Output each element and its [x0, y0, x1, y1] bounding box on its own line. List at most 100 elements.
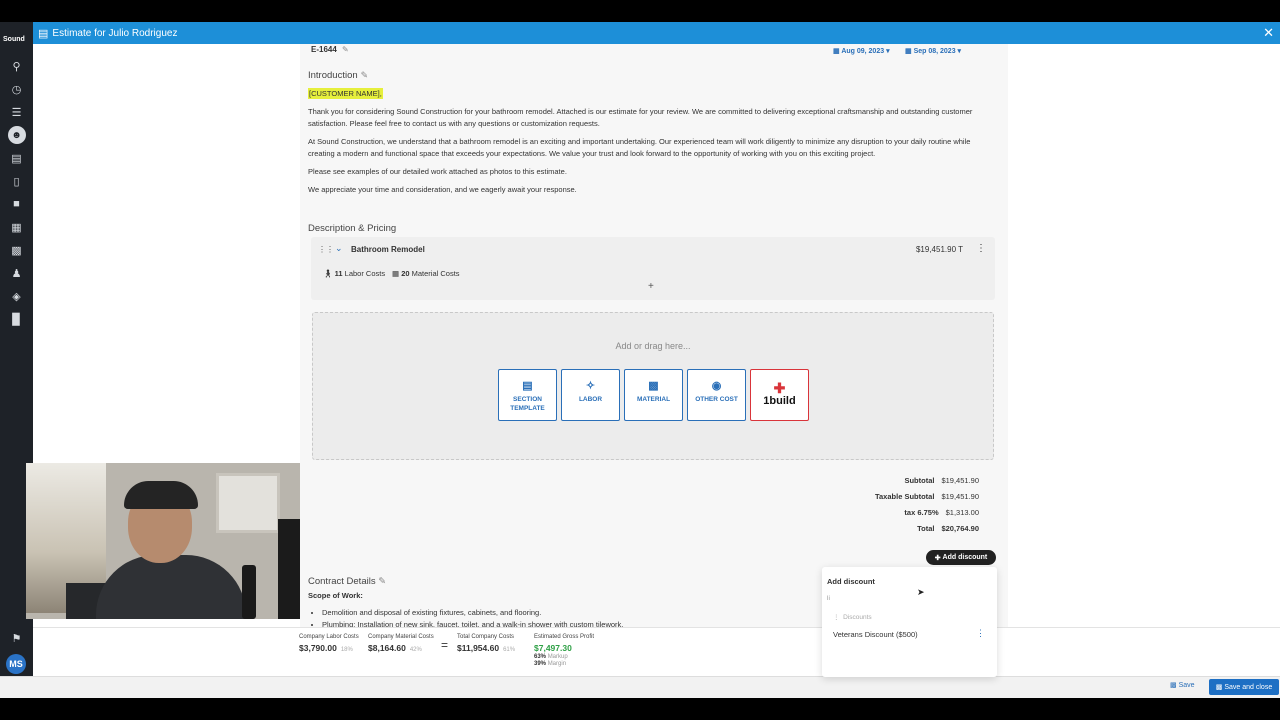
intro-heading: Introduction ✎ [308, 70, 368, 81]
network-icon[interactable]: ◈ [0, 286, 33, 306]
edit-icon[interactable]: ✎ [361, 70, 369, 80]
labor-count: 11 [334, 269, 343, 278]
document-icon: ▤ [38, 27, 49, 40]
contract-heading-text: Contract Details [308, 576, 376, 587]
webcam-bottle [242, 565, 256, 619]
boxes-icon: ▩ [648, 380, 659, 392]
start-date-picker[interactable]: ▦ Aug 09, 2023 ▾ [833, 47, 890, 55]
labor-button[interactable]: ✧ LABOR [561, 369, 620, 421]
save-icon: ▩ [1215, 684, 1225, 691]
window-titlebar: ▤ Estimate for Julio Rodriguez ✕ [33, 22, 1280, 44]
discount-search-input[interactable] [827, 592, 991, 604]
stat-percent: 61% [503, 647, 516, 653]
document-icon[interactable]: ▤ [0, 148, 33, 168]
app-root: Sound ⚲ ◷ ☰ ☻ ▤ ▯ ■ ▦ ▩ ♟ ◈ ▉ ⚑ MS proju… [0, 0, 1280, 720]
save-and-close-button[interactable]: ▩ Save and close [1209, 679, 1279, 695]
user-avatar[interactable]: MS [6, 654, 26, 674]
more-options-icon[interactable]: ⋮ [976, 628, 985, 639]
tile-label: MATERIAL [636, 396, 671, 403]
markup-percent: 63% [534, 654, 547, 660]
labor-label: Labor Costs [344, 269, 386, 278]
tile-label: 1build [763, 395, 796, 407]
section-template-button[interactable]: ▤ SECTION TEMPLATE [498, 369, 557, 421]
material-count: 20 [401, 269, 410, 278]
reports-icon[interactable]: ▉ [0, 309, 33, 329]
chevron-down-icon[interactable]: ⌄ [335, 243, 343, 254]
customer-name-placeholder: [CUSTOMER NAME], [308, 88, 383, 99]
edit-icon[interactable]: ✎ [342, 45, 349, 54]
company-logo: Sound [3, 36, 25, 43]
photos-icon[interactable]: ▩ [0, 240, 33, 260]
close-icon[interactable]: ✕ [1263, 25, 1274, 41]
bell-icon[interactable]: ⚑ [0, 628, 33, 648]
intro-paragraph: Please see examples of our detailed work… [308, 167, 567, 176]
drag-handle-icon[interactable]: ⋮⋮ [318, 245, 334, 254]
total-company-costs: Total Company Costs $11,954.60 61% [457, 634, 515, 653]
user-circle-icon[interactable]: ☻ [0, 125, 33, 145]
tax-row: tax 6.75% $1,313.00 [904, 508, 979, 517]
folder-icon[interactable]: ■ [0, 194, 33, 214]
clock-icon[interactable]: ◷ [0, 79, 33, 99]
end-date: Sep 08, 2023 [913, 48, 956, 55]
dollar-icon: ◉ [711, 380, 722, 392]
calendar-icon[interactable]: ▦ [0, 217, 33, 237]
add-item-plus-icon[interactable]: + [648, 281, 654, 292]
bottom-action-bar: ▩ Save ▩ Save and close [0, 676, 1280, 698]
intro-paragraph: At Sound Construction, we understand tha… [308, 137, 971, 158]
add-drop-zone[interactable]: Add or drag here... ▤ SECTION TEMPLATE ✧… [312, 312, 994, 460]
intro-heading-text: Introduction [308, 70, 358, 81]
mouse-cursor-icon: ➤ [917, 587, 925, 597]
tax-label: tax 6.75% [904, 508, 939, 517]
material-label: Material Costs [411, 269, 460, 278]
boxes-icon: ▦ [392, 269, 400, 278]
tax-value: $1,313.00 [945, 508, 979, 517]
subtotal-row: Subtotal $19,451.90 [904, 476, 979, 485]
team-icon[interactable]: ♟ [0, 263, 33, 283]
intro-paragraph: We appreciate your time and consideratio… [308, 185, 577, 194]
pricing-heading: Description & Pricing [308, 223, 397, 234]
tile-label: LABOR [578, 396, 603, 403]
1build-button[interactable]: ✚ 1build [750, 369, 809, 421]
add-discount-label: Add discount [942, 554, 988, 561]
company-labor-costs: Company Labor Costs $3,790.00 18% [299, 634, 359, 653]
stat-percent: 42% [409, 647, 422, 653]
list-item: Demolition and disposal of existing fixt… [322, 607, 623, 619]
list-icon[interactable]: ☰ [0, 102, 33, 122]
drop-hint: Add or drag here... [615, 341, 691, 351]
material-cost-summary[interactable]: ▦ 20 Material Costs [392, 269, 460, 278]
window-title: Estimate for Julio Rodriguez [52, 27, 178, 39]
discount-option[interactable]: Veterans Discount ($500) [833, 630, 918, 639]
taxable-label: Taxable Subtotal [874, 492, 935, 501]
save-label: Save [1178, 682, 1195, 689]
line-item-section[interactable]: ⋮⋮ ⌄ Bathroom Remodel $19,451.90 T ⋮ 🚶︎ … [311, 237, 995, 300]
walking-person-icon: 🚶︎ [323, 269, 333, 278]
material-button[interactable]: ▩ MATERIAL [624, 369, 683, 421]
more-options-icon[interactable]: ⋮ [976, 243, 986, 254]
tile-label: OTHER COST [695, 396, 738, 403]
end-date-picker[interactable]: ▦ Sep 08, 2023 ▾ [905, 47, 961, 55]
popover-heading: Add discount [827, 577, 875, 586]
total-row: Total $20,764.90 [917, 524, 979, 533]
webcam-person-cap [124, 481, 198, 509]
scope-label: Scope of Work: [308, 591, 363, 600]
stat-label: Estimated Gross Profit [534, 634, 595, 640]
add-discount-button[interactable]: ✚ Add discount [926, 550, 996, 565]
edit-icon[interactable]: ✎ [378, 576, 386, 587]
tile-label: SECTION TEMPLATE [510, 396, 545, 412]
section-price: $19,451.90 T [915, 245, 963, 254]
subtotal-value: $19,451.90 [941, 476, 979, 485]
webcam-overlay [26, 463, 300, 619]
estimated-gross-profit: Estimated Gross Profit $7,497.30 63% Mar… [534, 634, 594, 667]
stat-label: Company Material Costs [368, 634, 434, 640]
other-cost-button[interactable]: ◉ OTHER COST [687, 369, 746, 421]
save-close-label: Save and close [1224, 683, 1273, 691]
save-button[interactable]: ▩ Save [1170, 681, 1195, 689]
walking-person-icon: ✧ [585, 380, 596, 392]
labor-cost-summary[interactable]: 🚶︎ 11 Labor Costs [323, 269, 385, 278]
subtotal-label: Subtotal [904, 476, 935, 485]
file-icon[interactable]: ▯ [0, 171, 33, 191]
profit-value: $7,497.30 [534, 643, 572, 653]
stat-label: Total Company Costs [457, 634, 515, 640]
search-icon[interactable]: ⚲ [0, 56, 33, 76]
add-discount-popover: Add discount ⋮ Discounts Veterans Discou… [822, 567, 997, 677]
